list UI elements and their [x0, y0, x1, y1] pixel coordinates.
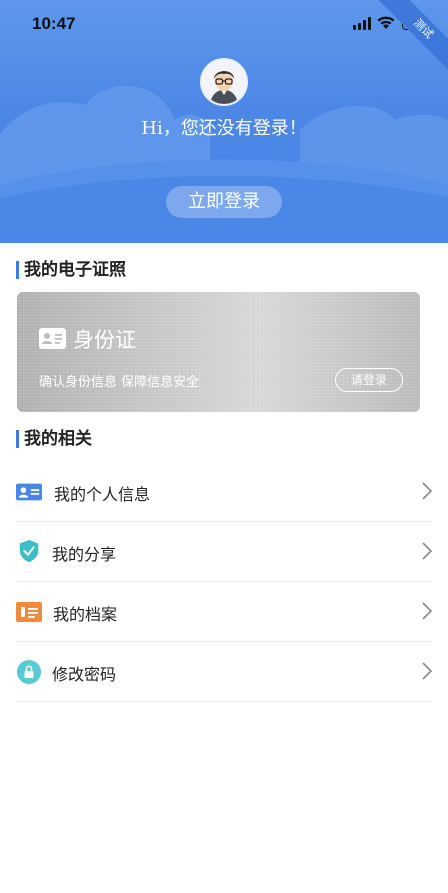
wifi-icon [377, 16, 395, 29]
cellular-signal-icon [353, 17, 371, 30]
lock-icon [17, 660, 41, 684]
list-item-my-archive[interactable]: 我的档案 [16, 582, 432, 642]
id-card-icon [16, 483, 42, 501]
chevron-right-icon [422, 482, 432, 500]
avatar[interactable] [200, 58, 248, 106]
id-card-title: 身份证 [73, 328, 136, 352]
archive-icon [16, 602, 42, 622]
chevron-right-icon [422, 662, 432, 680]
list-item-my-share[interactable]: 我的分享 [16, 522, 432, 582]
certificates-section-title: 我的电子证照 [16, 259, 126, 281]
status-time: 10:47 [32, 14, 76, 33]
list-item-label: 修改密码 [52, 665, 117, 684]
chevron-right-icon [422, 542, 432, 560]
login-now-button[interactable]: 立即登录 [166, 186, 282, 218]
id-card-login-button[interactable]: 请登录 [335, 368, 403, 392]
status-bar: 10:47 [0, 0, 448, 50]
list-item-label: 我的分享 [52, 545, 117, 564]
list-item-label: 我的档案 [53, 605, 118, 624]
list-item-personal-info[interactable]: 我的个人信息 [16, 462, 432, 522]
shield-check-icon [19, 539, 39, 563]
related-section-title: 我的相关 [16, 428, 92, 450]
greeting-text: Hi，您还没有登录！ [141, 118, 307, 139]
list-item-change-password[interactable]: 修改密码 [16, 642, 432, 702]
list-item-label: 我的个人信息 [54, 485, 151, 504]
profile-header: 10:47 测试 Hi，您还没有登录！ 立即登录 [0, 0, 448, 243]
id-card-subtitle: 确认身份信息 保障信息安全 [39, 375, 200, 390]
user-avatar-icon [202, 60, 246, 104]
id-card-icon [39, 328, 66, 349]
related-list: 我的个人信息 我的分享 我的档案 修改密码 [0, 462, 448, 702]
chevron-right-icon [422, 602, 432, 620]
id-card[interactable]: 身份证 确认身份信息 保障信息安全 请登录 [17, 292, 420, 412]
